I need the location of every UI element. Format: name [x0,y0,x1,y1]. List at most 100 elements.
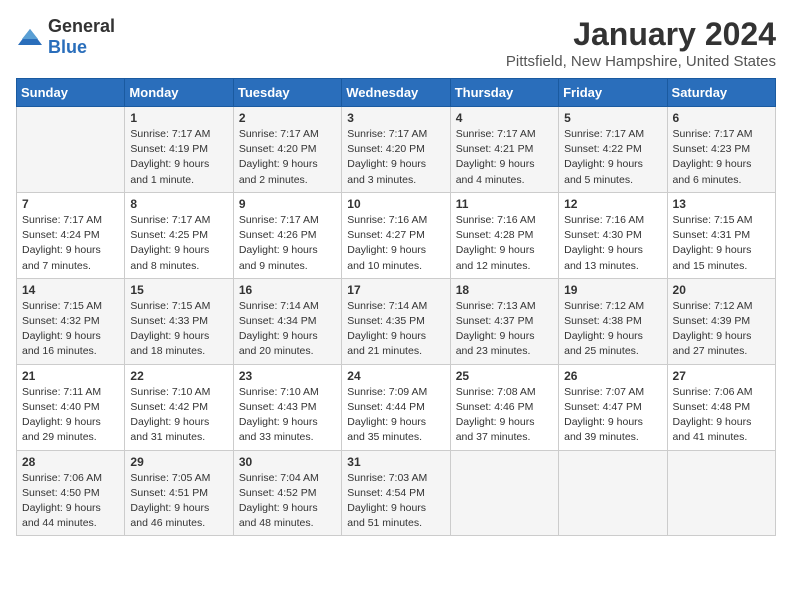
day-info: Sunrise: 7:17 AMSunset: 4:24 PMDaylight:… [22,213,119,274]
calendar-cell: 31 Sunrise: 7:03 AMSunset: 4:54 PMDayligh… [342,450,450,536]
day-number: 9 [239,197,336,211]
day-info: Sunrise: 7:16 AMSunset: 4:30 PMDaylight:… [564,213,661,274]
day-info: Sunrise: 7:17 AMSunset: 4:23 PMDaylight:… [673,127,770,188]
calendar-cell: 20 Sunrise: 7:12 AMSunset: 4:39 PMDayligh… [667,278,775,364]
day-number: 24 [347,369,444,383]
day-info: Sunrise: 7:15 AMSunset: 4:32 PMDaylight:… [22,299,119,360]
header: General Blue January 2024 Pittsfield, Ne… [16,16,776,70]
day-number: 19 [564,283,661,297]
day-info: Sunrise: 7:14 AMSunset: 4:35 PMDaylight:… [347,299,444,360]
calendar-cell: 5 Sunrise: 7:17 AMSunset: 4:22 PMDaylight… [559,107,667,193]
day-number: 18 [456,283,553,297]
day-info: Sunrise: 7:10 AMSunset: 4:43 PMDaylight:… [239,385,336,446]
day-number: 5 [564,111,661,125]
day-number: 26 [564,369,661,383]
calendar-week-2: 14 Sunrise: 7:15 AMSunset: 4:32 PMDayligh… [17,278,776,364]
day-number: 20 [673,283,770,297]
calendar-cell [450,450,558,536]
day-info: Sunrise: 7:16 AMSunset: 4:28 PMDaylight:… [456,213,553,274]
calendar-table: SundayMondayTuesdayWednesdayThursdayFrid… [16,78,776,536]
subtitle: Pittsfield, New Hampshire, United States [506,53,776,70]
calendar-week-4: 28Sunrise: 7:06 AMSunset: 4:50 PMDayligh… [17,450,776,536]
calendar-cell [17,107,125,193]
calendar-cell: 26 Sunrise: 7:07 AMSunset: 4:47 PMDayligh… [559,364,667,450]
day-info: Sunrise: 7:17 AMSunset: 4:20 PMDaylight:… [239,127,336,188]
day-number: 29 [130,455,227,469]
calendar-cell: 17Sunrise: 7:14 AMSunset: 4:35 PMDayligh… [342,278,450,364]
calendar-cell: 6 Sunrise: 7:17 AMSunset: 4:23 PMDaylight… [667,107,775,193]
calendar-cell: 18 Sunrise: 7:13 AMSunset: 4:37 PMDayligh… [450,278,558,364]
day-number: 2 [239,111,336,125]
calendar-cell: 7 Sunrise: 7:17 AMSunset: 4:24 PMDaylight… [17,192,125,278]
day-header-tuesday: Tuesday [233,79,341,107]
calendar-cell: 30 Sunrise: 7:04 AMSunset: 4:52 PMDayligh… [233,450,341,536]
calendar-cell [667,450,775,536]
day-number: 8 [130,197,227,211]
day-number: 31 [347,455,444,469]
day-info: Sunrise: 7:16 AMSunset: 4:27 PMDaylight:… [347,213,444,274]
day-number: 25 [456,369,553,383]
day-number: 14 [22,283,119,297]
main-title: January 2024 [506,16,776,53]
logo-icon [16,27,44,47]
calendar-cell: 9 Sunrise: 7:17 AMSunset: 4:26 PMDaylight… [233,192,341,278]
day-header-sunday: Sunday [17,79,125,107]
day-header-saturday: Saturday [667,79,775,107]
calendar-cell: 12Sunrise: 7:16 AMSunset: 4:30 PMDayligh… [559,192,667,278]
day-info: Sunrise: 7:15 AMSunset: 4:31 PMDaylight:… [673,213,770,274]
title-area: January 2024 Pittsfield, New Hampshire, … [506,16,776,70]
day-number: 27 [673,369,770,383]
day-info: Sunrise: 7:08 AMSunset: 4:46 PMDaylight:… [456,385,553,446]
day-number: 21 [22,369,119,383]
calendar-week-3: 21 Sunrise: 7:11 AMSunset: 4:40 PMDayligh… [17,364,776,450]
day-header-wednesday: Wednesday [342,79,450,107]
day-number: 16 [239,283,336,297]
calendar-cell: 15Sunrise: 7:15 AMSunset: 4:33 PMDayligh… [125,278,233,364]
calendar-cell: 1 Sunrise: 7:17 AMSunset: 4:19 PMDaylight… [125,107,233,193]
day-info: Sunrise: 7:17 AMSunset: 4:22 PMDaylight:… [564,127,661,188]
calendar-cell: 23 Sunrise: 7:10 AMSunset: 4:43 PMDayligh… [233,364,341,450]
day-number: 4 [456,111,553,125]
day-number: 10 [347,197,444,211]
calendar-cell: 21 Sunrise: 7:11 AMSunset: 4:40 PMDayligh… [17,364,125,450]
calendar-cell: 13 Sunrise: 7:15 AMSunset: 4:31 PMDayligh… [667,192,775,278]
day-info: Sunrise: 7:17 AMSunset: 4:25 PMDaylight:… [130,213,227,274]
day-info: Sunrise: 7:03 AMSunset: 4:54 PMDaylight:… [347,471,444,532]
calendar-week-1: 7 Sunrise: 7:17 AMSunset: 4:24 PMDaylight… [17,192,776,278]
day-number: 1 [130,111,227,125]
calendar-cell: 4Sunrise: 7:17 AMSunset: 4:21 PMDaylight… [450,107,558,193]
calendar-cell: 10 Sunrise: 7:16 AMSunset: 4:27 PMDayligh… [342,192,450,278]
day-info: Sunrise: 7:17 AMSunset: 4:19 PMDaylight:… [130,127,227,188]
day-number: 7 [22,197,119,211]
day-info: Sunrise: 7:05 AMSunset: 4:51 PMDaylight:… [130,471,227,532]
calendar-cell: 27Sunrise: 7:06 AMSunset: 4:48 PMDayligh… [667,364,775,450]
day-info: Sunrise: 7:11 AMSunset: 4:40 PMDaylight:… [22,385,119,446]
day-number: 13 [673,197,770,211]
calendar-cell [559,450,667,536]
logo-general: General [48,16,115,36]
day-number: 15 [130,283,227,297]
day-info: Sunrise: 7:17 AMSunset: 4:20 PMDaylight:… [347,127,444,188]
calendar-cell: 29 Sunrise: 7:05 AMSunset: 4:51 PMDayligh… [125,450,233,536]
calendar-cell: 16Sunrise: 7:14 AMSunset: 4:34 PMDayligh… [233,278,341,364]
day-number: 6 [673,111,770,125]
logo-blue: Blue [48,37,87,57]
day-info: Sunrise: 7:17 AMSunset: 4:26 PMDaylight:… [239,213,336,274]
calendar-cell: 3 Sunrise: 7:17 AMSunset: 4:20 PMDaylight… [342,107,450,193]
calendar-cell: 11Sunrise: 7:16 AMSunset: 4:28 PMDayligh… [450,192,558,278]
day-info: Sunrise: 7:12 AMSunset: 4:38 PMDaylight:… [564,299,661,360]
day-header-friday: Friday [559,79,667,107]
calendar-cell: 28Sunrise: 7:06 AMSunset: 4:50 PMDayligh… [17,450,125,536]
day-number: 23 [239,369,336,383]
day-info: Sunrise: 7:04 AMSunset: 4:52 PMDaylight:… [239,471,336,532]
calendar-cell: 25 Sunrise: 7:08 AMSunset: 4:46 PMDayligh… [450,364,558,450]
day-header-monday: Monday [125,79,233,107]
day-number: 30 [239,455,336,469]
calendar-cell: 24Sunrise: 7:09 AMSunset: 4:44 PMDayligh… [342,364,450,450]
logo: General Blue [16,16,115,58]
day-number: 3 [347,111,444,125]
day-info: Sunrise: 7:13 AMSunset: 4:37 PMDaylight:… [456,299,553,360]
day-info: Sunrise: 7:12 AMSunset: 4:39 PMDaylight:… [673,299,770,360]
calendar-cell: 14 Sunrise: 7:15 AMSunset: 4:32 PMDayligh… [17,278,125,364]
day-info: Sunrise: 7:07 AMSunset: 4:47 PMDaylight:… [564,385,661,446]
